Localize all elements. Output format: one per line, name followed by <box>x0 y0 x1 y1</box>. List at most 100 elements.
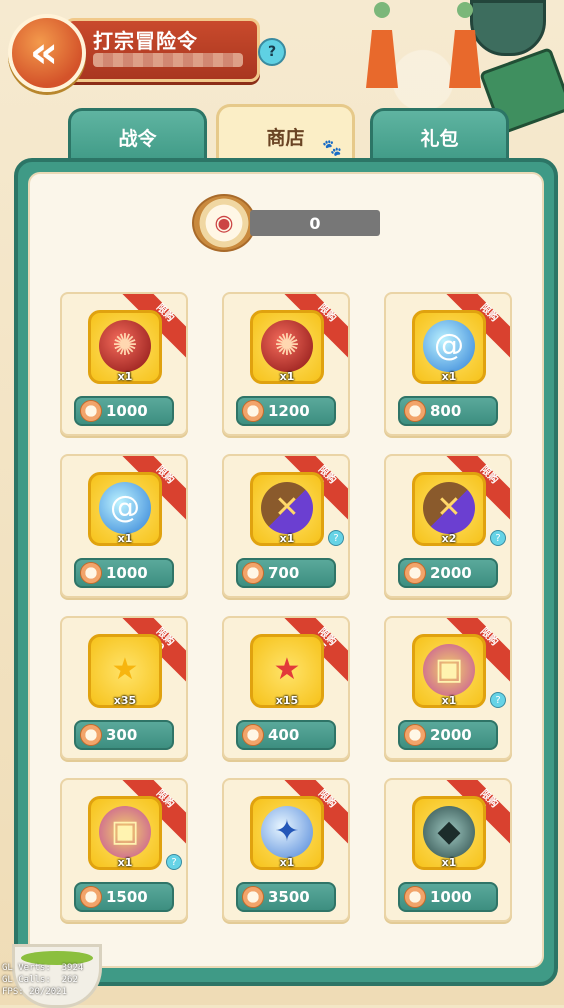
buy-button[interactable]: 2000 <box>398 558 498 588</box>
shop-item-card[interactable]: 限购 5 ✕ x1 ? 700 <box>222 454 350 598</box>
buy-button[interactable]: 1000 <box>74 396 174 426</box>
item-price: 400 <box>268 726 300 744</box>
item-quantity: x1 <box>279 856 295 869</box>
paw-icon: 🐾 <box>322 138 342 157</box>
red-sphere-icon: ✺ <box>99 320 151 372</box>
tab-label: 商店 <box>266 126 305 149</box>
red-sphere-icon: ✺ <box>261 320 313 372</box>
mask-token-icon <box>242 400 264 422</box>
item-quantity: x1 <box>441 370 457 383</box>
shop-item-card[interactable]: 限购 2 ▣ x1 ? 1500 <box>60 778 188 922</box>
tab-label: 礼包 <box>420 127 459 150</box>
item-icon-box[interactable]: ✺ x1 <box>88 310 162 384</box>
item-icon-box[interactable]: ✕ x2 <box>412 472 486 546</box>
item-quantity: x1 <box>279 370 295 383</box>
item-price: 2000 <box>430 564 472 582</box>
red-star-icon: ★ <box>273 652 301 687</box>
item-price: 1000 <box>430 888 472 906</box>
buy-button[interactable]: 2000 <box>398 720 498 750</box>
mask-token-icon <box>242 562 264 584</box>
item-quantity: x2 <box>441 532 457 545</box>
tassel-decoration-icon <box>449 2 481 88</box>
dark-mask-icon: ◆ <box>423 806 475 858</box>
shop-item-card[interactable]: 限购 8 ✦ x1 3500 <box>222 778 350 922</box>
tassel-decoration-icon <box>366 2 398 88</box>
currency-amount: 0 <box>250 210 380 236</box>
item-icon-box[interactable]: ✺ x1 <box>250 310 324 384</box>
item-icon-box[interactable]: ✦ x1 <box>250 796 324 870</box>
help-button[interactable]: ? <box>258 38 286 66</box>
item-quantity: x1 <box>117 856 133 869</box>
item-quantity: x1 <box>441 856 457 869</box>
item-quantity: x1 <box>117 532 133 545</box>
shop-item-card[interactable]: 限购 15 ★ x15 400 <box>222 616 350 760</box>
item-price: 1500 <box>106 888 148 906</box>
treasure-chest-icon: ▣ <box>423 644 475 696</box>
mask-token-icon <box>404 400 426 422</box>
mask-token-icon <box>404 562 426 584</box>
item-icon-box[interactable]: ★ x35 <box>88 634 162 708</box>
item-icon-box[interactable]: ▣ x1 <box>88 796 162 870</box>
item-quantity: x1 <box>441 694 457 707</box>
buy-button[interactable]: 300 <box>74 720 174 750</box>
info-icon[interactable]: ? <box>328 530 344 546</box>
blurred-subtitle <box>93 53 243 67</box>
back-button[interactable]: « <box>8 14 86 92</box>
buy-button[interactable]: 800 <box>398 396 498 426</box>
item-icon-box[interactable]: ★ x15 <box>250 634 324 708</box>
shop-item-card[interactable]: 限购 3 ▣ x1 ? 2000 <box>384 616 512 760</box>
item-icon-box[interactable]: ▣ x1 <box>412 634 486 708</box>
mask-token-icon <box>242 724 264 746</box>
mask-token-icon: ◉ <box>192 194 256 252</box>
shop-item-card[interactable]: 限购 5 ◆ x1 1000 <box>384 778 512 922</box>
blue-swirl-orb-icon: @ <box>99 482 151 534</box>
info-icon[interactable]: ? <box>166 854 182 870</box>
shop-item-card[interactable]: 限购 3 @ x1 800 <box>384 292 512 436</box>
info-icon[interactable]: ? <box>490 530 506 546</box>
mask-token-icon <box>404 724 426 746</box>
shop-item-card[interactable]: 限购 1 ✕ x2 ? 2000 <box>384 454 512 598</box>
mask-token-icon <box>80 562 102 584</box>
item-price: 700 <box>268 564 300 582</box>
blue-swirl-orb-icon: @ <box>423 320 475 372</box>
item-price: 1000 <box>106 564 148 582</box>
buy-button[interactable]: 700 <box>236 558 336 588</box>
item-icon-box[interactable]: ◆ x1 <box>412 796 486 870</box>
shop-item-card[interactable]: 限购 1 @ x1 1000 <box>60 454 188 598</box>
buy-button[interactable]: 1200 <box>236 396 336 426</box>
treasure-chest-icon: ▣ <box>99 806 151 858</box>
gold-star-icon: ★ <box>111 652 139 687</box>
page-title: 打宗冒险令 <box>93 29 198 53</box>
title-plate: 打宗冒险令 <box>64 18 260 82</box>
item-quantity: x15 <box>275 694 299 707</box>
double-chevron-left-icon: « <box>29 27 59 78</box>
buy-button[interactable]: 1000 <box>74 558 174 588</box>
item-quantity: x1 <box>117 370 133 383</box>
buy-button[interactable]: 3500 <box>236 882 336 912</box>
item-icon-box[interactable]: @ x1 <box>412 310 486 384</box>
mask-token-icon <box>404 886 426 908</box>
mask-token-icon <box>80 724 102 746</box>
shop-item-card[interactable]: 限购 10 ★ x35 300 <box>60 616 188 760</box>
shop-item-card[interactable]: 限购 1 ✺ x1 1200 <box>222 292 350 436</box>
buy-button[interactable]: 1000 <box>398 882 498 912</box>
item-quantity: x1 <box>279 532 295 545</box>
tab-battle-pass[interactable]: 战令 <box>68 108 207 163</box>
item-price: 1200 <box>268 402 310 420</box>
tab-gift-pack[interactable]: 礼包 <box>370 108 509 163</box>
item-price: 2000 <box>430 726 472 744</box>
mask-token-icon <box>242 886 264 908</box>
item-price: 3500 <box>268 888 310 906</box>
info-icon[interactable]: ? <box>490 692 506 708</box>
tab-label: 战令 <box>118 127 157 150</box>
item-icon-box[interactable]: ✕ x1 <box>250 472 324 546</box>
buy-button[interactable]: 400 <box>236 720 336 750</box>
item-price: 300 <box>106 726 138 744</box>
item-price: 1000 <box>106 402 148 420</box>
split-orb-icon: ✕ <box>261 482 313 534</box>
buy-button[interactable]: 1500 <box>74 882 174 912</box>
item-icon-box[interactable]: @ x1 <box>88 472 162 546</box>
shop-item-card[interactable]: 限购 3 ✺ x1 1000 <box>60 292 188 436</box>
tab-shop[interactable]: 商店 🐾 <box>216 104 355 165</box>
mask-token-icon <box>80 400 102 422</box>
